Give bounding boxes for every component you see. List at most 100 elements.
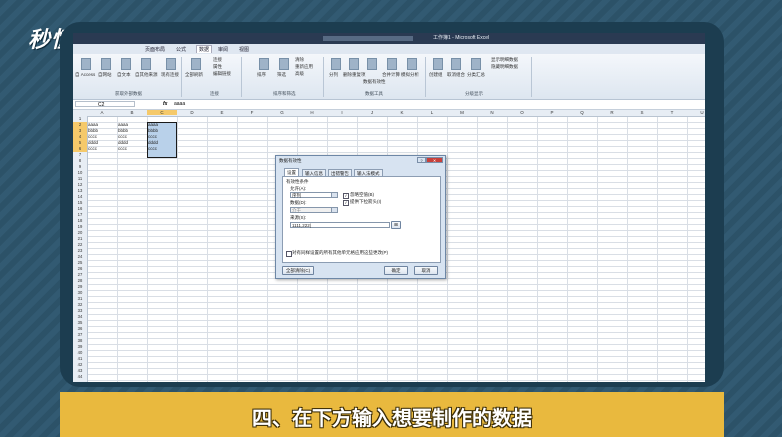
tab-review[interactable]: 审阅 — [218, 46, 228, 53]
show-detail-button[interactable]: 显示明细数据 — [491, 57, 518, 63]
from-text-button[interactable]: 自文本 — [117, 72, 131, 78]
what-if-icon — [407, 58, 417, 70]
from-access-button[interactable]: 自 Access — [75, 72, 95, 78]
source-input[interactable]: 1111,222| — [290, 222, 390, 228]
column-header[interactable]: D — [177, 110, 207, 115]
group-get-external-data: 获取外部数据 — [115, 91, 142, 96]
ok-button[interactable]: 确定 — [384, 266, 408, 275]
column-header[interactable]: T — [657, 110, 687, 115]
window-title: 工作簿1 - Microsoft Excel — [433, 35, 490, 41]
ribbon: 自 Access 自网站 自文本 自其他来源 现有连接 获取外部数据 全部刷新 … — [73, 54, 705, 100]
web-icon — [101, 58, 111, 70]
filter-button[interactable]: 筛选 — [277, 72, 286, 78]
existing-connections-button[interactable]: 现有连接 — [161, 72, 179, 78]
clear-button[interactable]: 清除 — [295, 57, 304, 63]
subtotal-button[interactable]: 分类汇总 — [467, 72, 485, 78]
column-header[interactable]: A — [87, 110, 117, 115]
cell-c6[interactable]: cccc — [147, 146, 157, 152]
consolidate-icon — [387, 58, 397, 70]
column-header[interactable]: R — [597, 110, 627, 115]
source-label: 来源(S): — [290, 215, 307, 220]
ungroup-button[interactable]: 取消组合 — [447, 72, 465, 78]
from-web-button[interactable]: 自网站 — [98, 72, 112, 78]
column-header[interactable]: U — [687, 110, 705, 115]
ribbon-separator — [323, 57, 324, 97]
data-validation-button[interactable]: 数据有效性 — [363, 79, 386, 85]
help-button[interactable]: ? — [417, 157, 426, 163]
fx-icon[interactable]: fx — [163, 101, 167, 107]
consolidate-button[interactable]: 合并计算 — [382, 72, 400, 78]
column-header[interactable]: G — [267, 110, 297, 115]
connections-button[interactable]: 连接 — [213, 57, 222, 63]
group-icon — [433, 58, 443, 70]
excel-window: 工作簿1 - Microsoft Excel 页面布局 公式 数据 审阅 视图 … — [73, 33, 705, 382]
cancel-button[interactable]: 取消 — [414, 266, 438, 275]
row-header[interactable]: 44 — [73, 374, 87, 380]
allow-select[interactable]: 序列 — [290, 192, 338, 198]
dialog-title: 数据有效性 — [279, 158, 302, 163]
advanced-button[interactable]: 高级 — [295, 71, 304, 77]
other-sources-icon — [141, 58, 151, 70]
subtotal-icon — [471, 58, 481, 70]
ribbon-tabs: 页面布局 公式 数据 审阅 视图 — [73, 44, 705, 54]
column-header[interactable]: B — [117, 110, 147, 115]
clear-all-button[interactable]: 全部清除(C) — [282, 266, 314, 275]
close-icon[interactable]: ✕ — [426, 157, 443, 163]
sort-button[interactable]: 排序 — [257, 72, 266, 78]
column-header[interactable]: F — [237, 110, 267, 115]
ignore-blank-checkbox[interactable]: ✓ — [343, 193, 349, 199]
range-picker-icon[interactable]: ⊞ — [391, 221, 401, 229]
remove-duplicates-button[interactable]: 删除重复项 — [343, 72, 366, 78]
what-if-analysis-button[interactable]: 模拟分析 — [401, 72, 419, 78]
column-header[interactable]: I — [327, 110, 357, 115]
column-header[interactable]: L — [417, 110, 447, 115]
reapply-button[interactable]: 重新应用 — [295, 64, 313, 70]
ribbon-separator — [181, 57, 182, 97]
cell-b6[interactable]: cccc — [117, 146, 127, 152]
tab-view[interactable]: 视图 — [239, 46, 249, 53]
tab-formulas[interactable]: 公式 — [176, 46, 186, 53]
cell-a6[interactable]: cccc — [87, 146, 97, 152]
access-icon — [81, 58, 91, 70]
column-header[interactable]: P — [537, 110, 567, 115]
column-header[interactable]: O — [507, 110, 537, 115]
name-box[interactable]: C2 — [75, 101, 135, 108]
ribbon-separator — [425, 57, 426, 97]
text-file-icon — [121, 58, 131, 70]
remove-duplicates-icon — [349, 58, 359, 70]
tab-page-layout[interactable]: 页面布局 — [145, 46, 165, 53]
text-to-columns-button[interactable]: 分列 — [329, 72, 338, 78]
ungroup-icon — [451, 58, 461, 70]
column-header[interactable]: J — [357, 110, 387, 115]
column-header[interactable]: M — [447, 110, 477, 115]
column-header[interactable]: C — [147, 110, 177, 115]
refresh-all-button[interactable]: 全部刷新 — [185, 72, 203, 78]
data-select[interactable]: 介于 — [290, 207, 338, 213]
source-value: 1111,222| — [292, 223, 311, 228]
properties-button[interactable]: 属性 — [213, 64, 222, 70]
tab-data[interactable]: 数据 — [196, 45, 213, 53]
edit-links-button[interactable]: 编辑链接 — [213, 71, 231, 77]
existing-connections-icon — [166, 58, 176, 70]
filter-icon — [279, 58, 289, 70]
chevron-down-icon — [331, 193, 337, 197]
chevron-down-icon — [331, 208, 337, 212]
group-button[interactable]: 创建组 — [429, 72, 443, 78]
sort-icon — [259, 58, 269, 70]
column-header[interactable]: K — [387, 110, 417, 115]
column-header[interactable]: Q — [567, 110, 597, 115]
ribbon-separator — [531, 57, 532, 97]
hide-detail-button[interactable]: 隐藏明细数据 — [491, 64, 518, 70]
group-connections: 连接 — [210, 91, 219, 96]
dropdown-checkbox[interactable]: ✓ — [343, 200, 349, 206]
text-to-columns-icon — [331, 58, 341, 70]
column-header[interactable]: H — [297, 110, 327, 115]
column-header[interactable]: N — [477, 110, 507, 115]
dropdown-label: 提供下拉箭头(I) — [350, 199, 382, 204]
refresh-all-icon — [191, 58, 201, 70]
column-header[interactable]: E — [207, 110, 237, 115]
from-other-sources-button[interactable]: 自其他来源 — [135, 72, 158, 78]
formula-input[interactable]: aaaa — [174, 101, 185, 107]
column-header[interactable]: S — [627, 110, 657, 115]
group-outline: 分级显示 — [465, 91, 483, 96]
